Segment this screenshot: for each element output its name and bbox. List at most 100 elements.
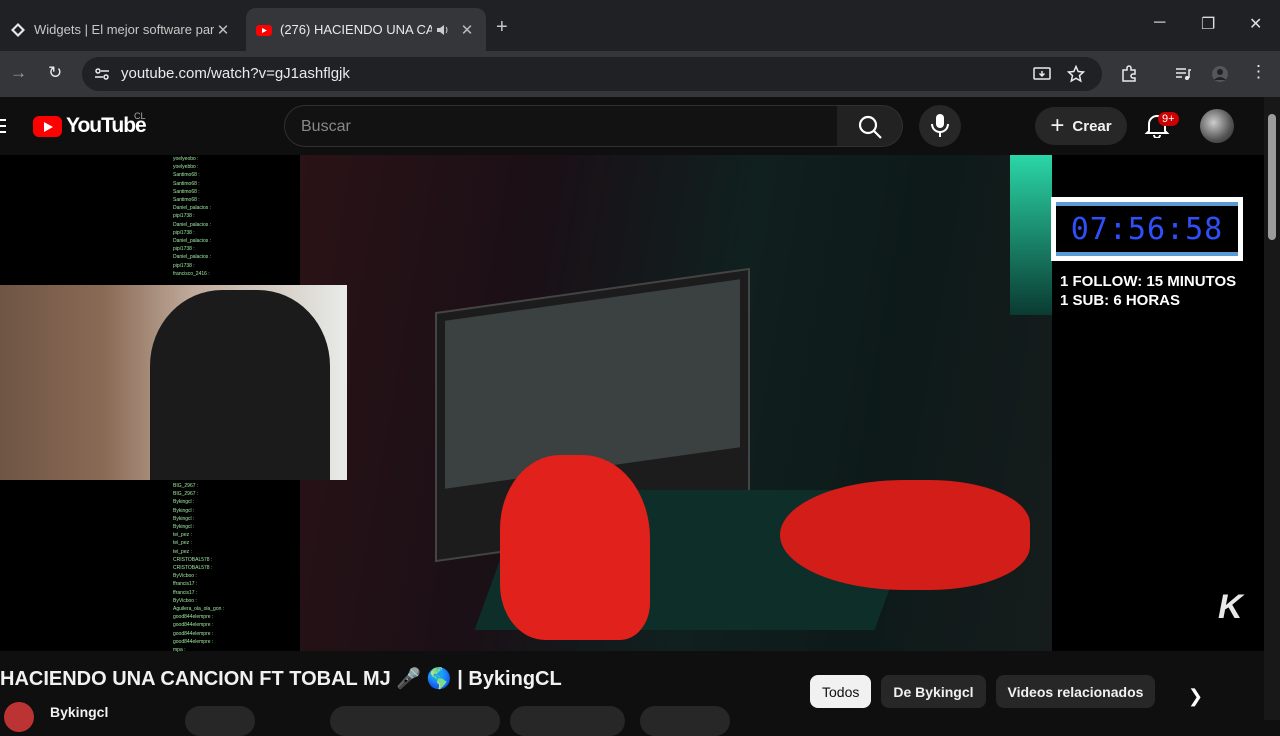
channel-name[interactable]: Bykingcl xyxy=(50,704,108,720)
search-placeholder: Buscar xyxy=(301,118,351,135)
chip-videos-relacionados[interactable]: Videos relacionados xyxy=(995,675,1156,708)
forward-icon[interactable]: → xyxy=(10,63,27,83)
chat-message: yoelyeobo : xyxy=(173,156,199,162)
tab-title: (276) HACIENDO UNA CANC xyxy=(280,22,432,37)
chat-message: Aguilera_ola_ola_gon : xyxy=(173,606,225,613)
country-code: CL xyxy=(134,111,146,121)
tab-widgets[interactable]: Widgets | El mejor software par ✕ xyxy=(0,8,242,51)
media-control-icon[interactable] xyxy=(1174,65,1192,83)
youtube-favicon-icon xyxy=(256,24,272,36)
chat-message: CRISTOBAL578 : xyxy=(173,556,213,563)
chat-message: mpa : xyxy=(173,647,186,654)
chat-message: BIG_2967 : xyxy=(173,491,199,498)
reload-icon[interactable]: ↻ xyxy=(48,63,62,83)
chat-message: BIG_2967 : xyxy=(173,483,199,489)
new-tab-button[interactable]: + xyxy=(496,16,508,39)
video-left-hand xyxy=(500,455,650,640)
chat-message: yoelyebbo : xyxy=(173,164,199,171)
chat-message: good844elempre : xyxy=(173,614,214,621)
account-avatar[interactable] xyxy=(1200,109,1234,143)
speaker-icon[interactable] xyxy=(436,23,450,37)
chat-message: Santimo68 : xyxy=(173,172,200,179)
tab-close-icon[interactable]: ✕ xyxy=(458,21,476,39)
search-button[interactable] xyxy=(837,105,903,147)
chat-message: Santimo68 : xyxy=(173,188,200,195)
notifications-badge: 9+ xyxy=(1158,112,1179,126)
video-title: HACIENDO UNA CANCION FT TOBAL MJ 🎤 🌎 | B… xyxy=(0,668,562,690)
browser-toolbar: → ↻ youtube.com/watch?v=gJ1ashflgjk ⋮ xyxy=(0,51,1280,97)
channel-avatar[interactable] xyxy=(4,702,34,732)
chat-message: Daniel_palacios : xyxy=(173,205,212,212)
save-button[interactable] xyxy=(640,706,730,736)
address-bar[interactable]: youtube.com/watch?v=gJ1ashflgjk xyxy=(82,57,1102,91)
share-button[interactable] xyxy=(510,706,625,736)
youtube-logo[interactable]: YouTube CL xyxy=(33,111,147,138)
widgets-favicon-icon xyxy=(11,22,25,37)
chat-message: tei_pez : xyxy=(173,548,192,555)
timer-value: 07:56:58 xyxy=(1056,202,1238,256)
scrollbar-thumb[interactable] xyxy=(1268,114,1276,240)
chat-message: ffrancis17 : xyxy=(173,581,198,588)
chat-message: CRISTOBAL578 : xyxy=(173,565,213,572)
chat-message: ffrancis17 : xyxy=(173,589,198,596)
video-right-hand xyxy=(780,480,1030,590)
channel-row: Bykingcl xyxy=(0,702,800,736)
stream-chat-bottom: BIG_2967 : BIG_2967 : Bykingcl : Bykingcl :… xyxy=(173,482,228,654)
chat-message: pipi1738 : xyxy=(173,229,195,236)
webcam-person xyxy=(150,290,330,480)
guide-menu-icon[interactable] xyxy=(0,119,6,137)
plus-icon: + xyxy=(1050,112,1065,139)
chat-message: tei_pez : xyxy=(173,532,192,539)
stream-timer: 07:56:58 xyxy=(1051,197,1243,261)
channel-watermark-logo: K xyxy=(1218,588,1243,626)
microphone-icon xyxy=(931,114,949,137)
chat-message: good844elempre : xyxy=(173,638,214,645)
chat-message: Santimo68 : xyxy=(173,180,200,187)
chat-message: Bykingcl : xyxy=(173,507,195,514)
chat-message: ByVicboo : xyxy=(173,597,197,604)
tab-title: Widgets | El mejor software par xyxy=(34,22,214,37)
chip-todos[interactable]: Todos xyxy=(810,675,872,708)
chat-message: Daniel_palacios : xyxy=(173,254,212,261)
chat-message: tei_pez : xyxy=(173,540,192,547)
minimize-button[interactable]: ─ xyxy=(1154,14,1165,32)
chat-message: pipi1738 : xyxy=(173,213,195,220)
chat-message: Bykingcl : xyxy=(173,515,195,522)
voice-search-button[interactable] xyxy=(919,105,961,147)
chat-message: good844elempre : xyxy=(173,622,214,629)
subscribe-button[interactable] xyxy=(185,706,255,736)
extensions-icon[interactable] xyxy=(1120,65,1138,83)
create-button[interactable]: + Crear xyxy=(1035,107,1127,145)
chips-next-arrow-icon[interactable]: ❯ xyxy=(1188,686,1203,707)
like-dislike-button[interactable] xyxy=(330,706,500,736)
search-icon xyxy=(858,115,882,139)
related-filter-chips: Todos De Bykingcl Videos relacionados xyxy=(810,675,1156,708)
chat-message: Santimo68 : xyxy=(173,197,200,204)
install-app-icon[interactable] xyxy=(1033,65,1051,83)
stream-chat-top: yoelyeobo : yoelyebbo : Santimo68 : Santimo… xyxy=(173,155,228,278)
restore-button[interactable]: ❐ xyxy=(1201,14,1215,34)
chat-message: pipi1738 : xyxy=(173,246,195,253)
goal-follow: 1 FOLLOW: 15 MINUTOS xyxy=(1060,273,1237,290)
chat-message: Daniel_palacios : xyxy=(173,221,212,228)
window-close-button[interactable]: ✕ xyxy=(1249,14,1262,34)
chat-message: ByVicboo : xyxy=(173,573,197,580)
tab-youtube-video[interactable]: (276) HACIENDO UNA CANC ✕ xyxy=(246,8,486,51)
chat-message: Bykingcl : xyxy=(173,524,195,531)
chat-message: Daniel_palacios : xyxy=(173,238,212,245)
video-green-light xyxy=(1010,155,1052,315)
chat-message: Bykingcl : xyxy=(173,499,195,506)
create-label: Crear xyxy=(1072,117,1112,135)
chat-message: good844elempre : xyxy=(173,630,214,637)
menu-kebab-icon[interactable]: ⋮ xyxy=(1250,62,1267,82)
url-text: youtube.com/watch?v=gJ1ashflgjk xyxy=(121,65,350,82)
chip-de-bykingcl[interactable]: De Bykingcl xyxy=(881,675,986,708)
youtube-play-icon xyxy=(33,115,62,137)
bookmark-star-icon[interactable] xyxy=(1067,65,1085,83)
search-input[interactable]: Buscar xyxy=(284,105,838,147)
tab-close-icon[interactable]: ✕ xyxy=(214,21,232,39)
chat-message: pipi1738 : xyxy=(173,262,195,269)
browser-tab-bar: Widgets | El mejor software par ✕ (276) … xyxy=(0,0,1280,51)
profile-icon[interactable] xyxy=(1211,65,1229,83)
site-settings-icon[interactable] xyxy=(94,66,110,82)
